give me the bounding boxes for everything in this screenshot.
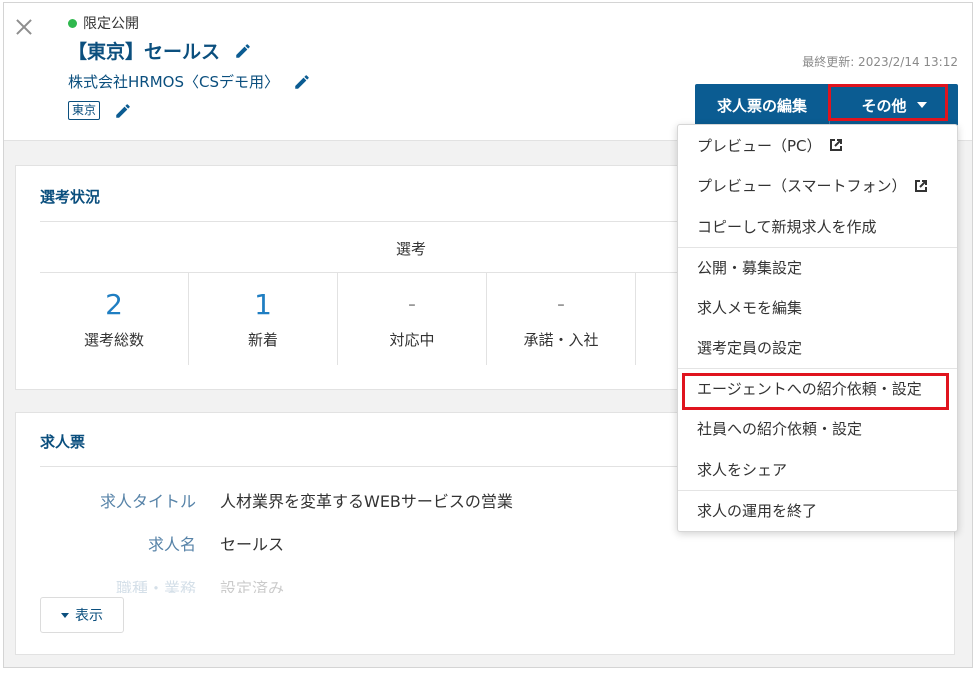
show-more-label: 表示 [75, 608, 103, 624]
edit-location-pencil-icon[interactable] [114, 102, 132, 120]
field-label: 職種・業務 [115, 579, 196, 593]
menu-item-publish-settings[interactable]: 公開・募集設定 [678, 246, 957, 288]
field-label: 求人タイトル [99, 492, 196, 511]
selection-status-title: 選考状況 [40, 188, 101, 206]
more-dropdown-menu: プレビュー（PC） プレビュー（スマートフォン） コピーして新規求人を作成 公開… [677, 124, 958, 532]
publish-status: 限定公開 [68, 13, 139, 33]
edit-title-pencil-icon[interactable] [234, 42, 252, 60]
stat-label: 新着 [247, 331, 278, 349]
menu-item-label: 選考定員の設定 [697, 339, 803, 358]
status-label: 限定公開 [83, 16, 139, 32]
stat-value: - [408, 292, 416, 317]
menu-item-label: エージェントへの紹介依頼・設定 [697, 380, 922, 399]
menu-item-label: プレビュー（PC） [697, 136, 822, 155]
field-faded: 職種・業務 設定済み [40, 575, 640, 593]
job-title-text: 【東京】セールス [68, 41, 221, 63]
location-row: 東京 [68, 101, 132, 120]
stat-new[interactable]: 1 新着 [189, 273, 338, 365]
menu-item-label: コピーして新規求人を作成 [697, 217, 877, 236]
stat-value: 1 [254, 288, 272, 321]
more-button-label: その他 [861, 96, 907, 115]
stat-total[interactable]: 2 選考総数 [40, 273, 189, 365]
menu-item-end-operation[interactable]: 求人の運用を終了 [678, 489, 957, 531]
job-title: 【東京】セールス [68, 37, 252, 64]
menu-item-label: 社員への紹介依頼・設定 [697, 420, 863, 439]
stat-value: - [557, 292, 565, 317]
menu-item-share[interactable]: 求人をシェア [678, 449, 957, 490]
stage-label: 選考 [395, 240, 426, 258]
action-button-group: 求人票の編集 その他 [694, 84, 958, 126]
show-more-button[interactable]: 表示 [40, 597, 124, 633]
status-dot-icon [68, 18, 77, 28]
stat-accepted: - 承諾・入社 [487, 273, 636, 365]
edit-company-pencil-icon[interactable] [293, 73, 311, 91]
location-tag: 東京 [68, 101, 101, 120]
edit-job-posting-button[interactable]: 求人票の編集 [694, 84, 830, 126]
menu-item-label: 求人をシェア [697, 460, 788, 479]
menu-item-label: 求人の運用を終了 [697, 501, 818, 520]
field-value: セールス [220, 535, 285, 554]
stat-label: 選考総数 [83, 331, 144, 349]
menu-item-label: 求人メモを編集 [697, 298, 803, 317]
menu-item-agent-referral[interactable]: エージェントへの紹介依頼・設定 [678, 368, 957, 409]
external-link-icon [913, 178, 929, 194]
menu-item-capacity-settings[interactable]: 選考定員の設定 [678, 328, 957, 369]
last-updated: 最終更新: 2023/2/14 13:12 [802, 55, 958, 69]
menu-item-employee-referral[interactable]: 社員への紹介依頼・設定 [678, 409, 957, 450]
caret-down-icon [61, 612, 69, 618]
more-dropdown-button[interactable]: その他 [830, 84, 958, 126]
stat-label: 対応中 [389, 331, 435, 349]
menu-item-edit-memo[interactable]: 求人メモを編集 [678, 287, 957, 328]
company-name-text: 株式会社HRMOS〈CSデモ用〉 [68, 73, 279, 91]
stat-value: 2 [105, 288, 123, 321]
menu-item-copy-new[interactable]: コピーして新規求人を作成 [678, 206, 957, 247]
job-posting-title: 求人票 [40, 433, 86, 451]
field-value: 設定済み [220, 579, 285, 593]
company-name: 株式会社HRMOS〈CSデモ用〉 [68, 71, 311, 92]
stat-in-progress: - 対応中 [338, 273, 487, 365]
menu-item-preview-smartphone[interactable]: プレビュー（スマートフォン） [678, 166, 957, 207]
field-value: 人材業界を変革するWEBサービスの営業 [220, 492, 513, 511]
job-header: 限定公開 【東京】セールス 株式会社HRMOS〈CSデモ用〉 東京 最終更新: … [4, 3, 972, 141]
external-link-icon [828, 137, 844, 153]
field-job-title: 求人タイトル 人材業界を変革するWEBサービスの営業 [40, 488, 513, 512]
menu-item-label: 公開・募集設定 [697, 258, 803, 277]
close-icon[interactable] [12, 15, 36, 39]
field-label: 求人名 [147, 535, 196, 554]
field-job-name: 求人名 セールス [40, 531, 284, 555]
caret-down-icon [916, 102, 927, 108]
stats-row: 2 選考総数 1 新着 - 対応中 - 承諾・入社 - 不 [40, 273, 785, 365]
menu-item-label: プレビュー（スマートフォン） [697, 177, 907, 196]
stat-label: 承諾・入社 [523, 331, 599, 349]
menu-item-preview-pc[interactable]: プレビュー（PC） [678, 125, 957, 166]
